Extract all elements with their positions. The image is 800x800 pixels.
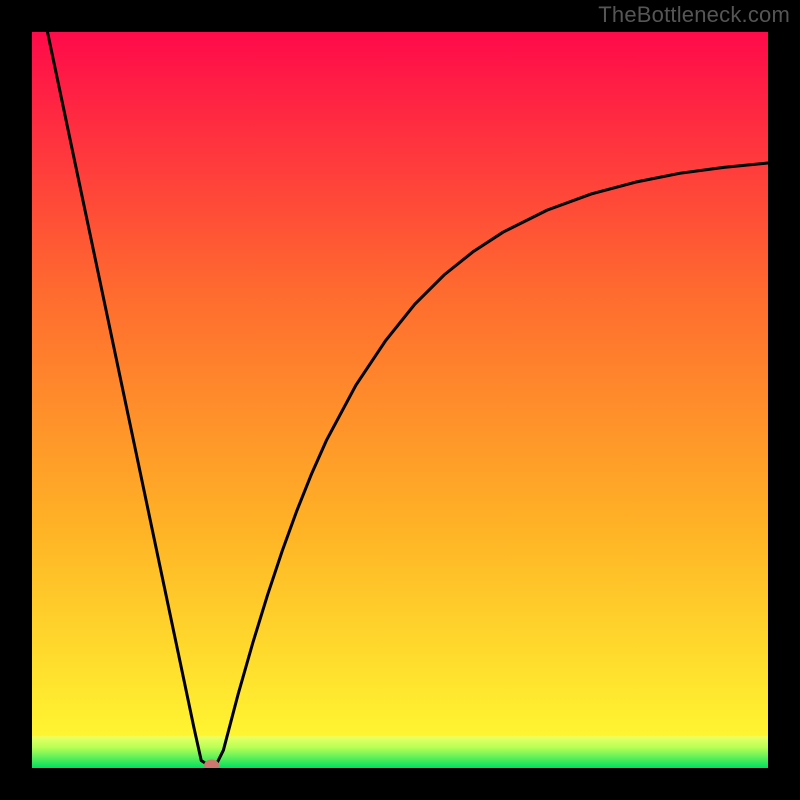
chart-plot-area [32,32,768,768]
watermark-text: TheBottleneck.com [598,2,790,28]
chart-curve [32,32,768,768]
chart-minimum-marker [205,760,219,768]
